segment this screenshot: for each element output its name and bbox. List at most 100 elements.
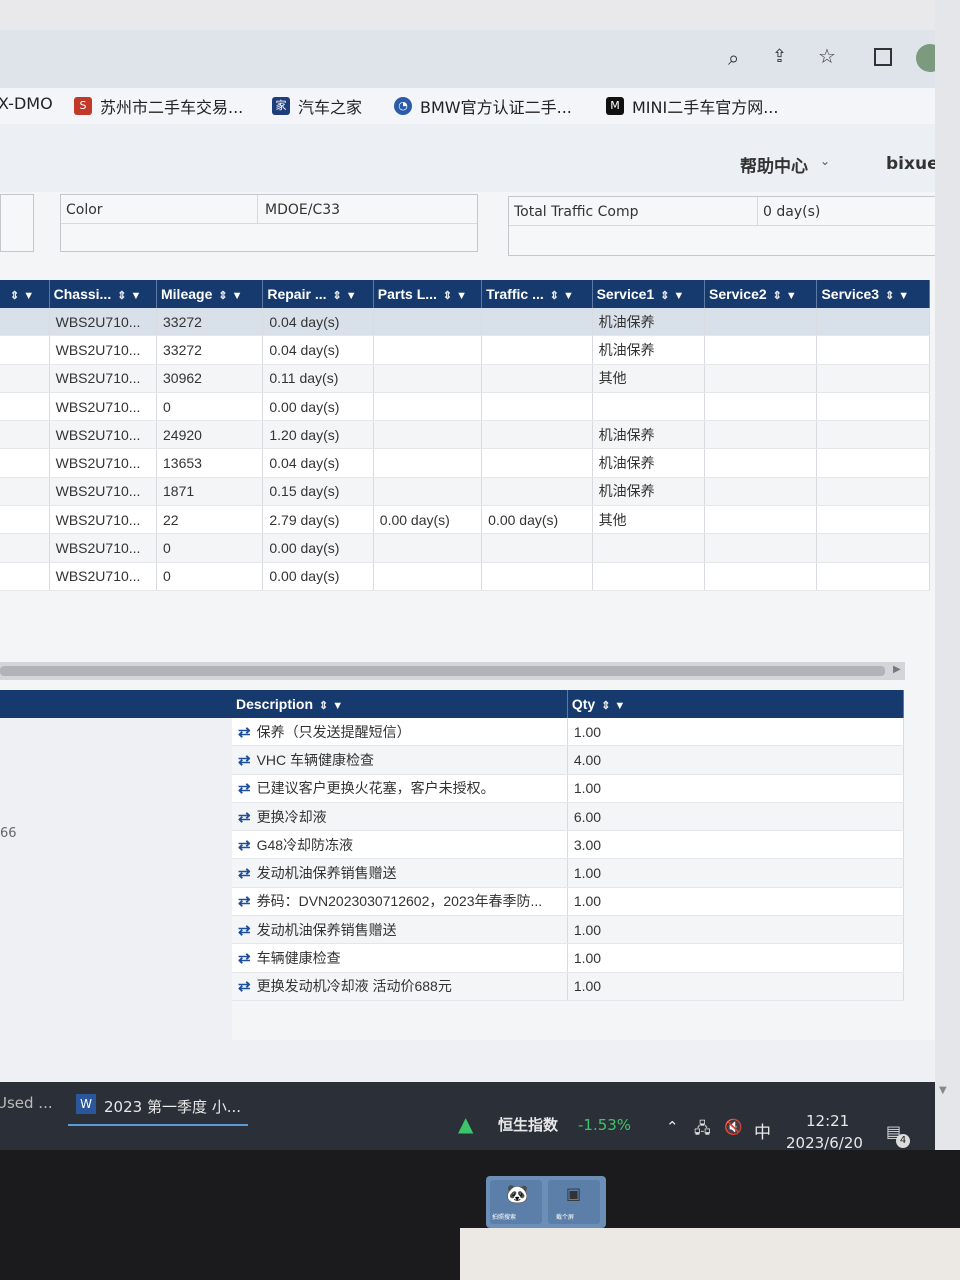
swap-icon[interactable]: ⇄ — [238, 809, 251, 826]
table-row[interactable]: ⇄ G48冷却防冻液 3.00 — [232, 830, 905, 860]
horizontal-scrollbar[interactable]: ▶ — [0, 662, 905, 680]
sort-icon[interactable]: ⇕ — [319, 700, 328, 712]
ime-indicator[interactable]: 中 — [754, 1118, 771, 1143]
filter-icon[interactable]: ▼ — [232, 290, 243, 302]
table-row[interactable]: WBS2U710... 0 0.00 day(s) — [0, 533, 930, 563]
bookmark-mini[interactable]: M MINI二手车官方网... — [606, 94, 778, 118]
table-row[interactable]: WBS2U710... 33272 0.04 day(s) 机油保养 — [0, 308, 930, 337]
clock-date[interactable]: 2023/6/20 — [786, 1134, 863, 1150]
filter-icon[interactable]: ▼ — [563, 290, 574, 302]
filter-icon[interactable]: ▼ — [614, 700, 625, 712]
swap-icon[interactable]: ⇄ — [238, 780, 251, 797]
cell-parts: 0.00 day(s) — [373, 505, 483, 535]
swap-icon[interactable]: ⇄ — [238, 950, 251, 967]
scroll-right-icon[interactable]: ▶ — [893, 664, 901, 675]
table-row[interactable]: ⇄ 更换发动机冷却液 活动价688元 1.00 — [232, 972, 905, 1001]
star-icon[interactable]: ☆ — [818, 44, 836, 68]
clock-time[interactable]: 12:21 — [806, 1112, 849, 1130]
help-center-link[interactable]: 帮助中心 — [740, 152, 808, 177]
cell-chassis: WBS2U710... — [49, 420, 158, 450]
filter-icon[interactable]: ▼ — [332, 700, 343, 712]
table-row[interactable]: ⇄ 车辆健康检查 1.00 — [232, 943, 905, 973]
table-row[interactable]: ⇄ 更换冷却液 6.00 — [232, 802, 905, 832]
row-lead-cell — [0, 448, 50, 478]
sort-icon[interactable]: ⇕ — [550, 290, 559, 302]
cell-service1: 其他 — [592, 364, 706, 393]
filter-icon[interactable]: ▼ — [23, 290, 34, 302]
filter-icon[interactable]: ▼ — [786, 290, 797, 302]
chevron-up-icon[interactable]: ⌃ — [666, 1118, 679, 1136]
cell-mileage: 13653 — [156, 448, 264, 478]
swap-icon[interactable]: ⇄ — [238, 837, 251, 854]
column-header-qty[interactable]: Qty ⇕ ▼ — [567, 690, 905, 718]
stock-name[interactable]: 恒生指数 — [498, 1114, 558, 1135]
filter-icon[interactable]: ▼ — [130, 290, 141, 302]
table-row[interactable]: ⇄ 发动机油保养销售赠送 1.00 — [232, 915, 905, 945]
table-row[interactable]: ⇄ 券码：DVN2023030712602，2023年春季防... 1.00 — [232, 887, 905, 917]
column-header-partial[interactable]: ⇕ ▼ — [0, 280, 50, 308]
grid-header-row: Description ⇕ ▼ Qty ⇕ ▼ — [232, 690, 905, 718]
bookmark-autohome[interactable]: 家汽车之家 — [272, 94, 362, 118]
table-row[interactable]: WBS2U710... 1871 0.15 day(s) 机油保养 — [0, 477, 930, 507]
zoom-icon[interactable]: ⌕ — [728, 46, 739, 70]
network-icon[interactable]: 🖧 — [694, 1118, 711, 1143]
scrollbar-thumb[interactable] — [0, 666, 885, 676]
table-row[interactable]: WBS2U710... 30962 0.11 day(s) 其他 — [0, 364, 930, 393]
column-header-mileage[interactable]: Mileage ⇕ ▼ — [156, 280, 264, 308]
sort-icon[interactable]: ⇕ — [773, 290, 782, 302]
table-row[interactable]: WBS2U710... 0 0.00 day(s) — [0, 562, 930, 591]
profile-avatar[interactable] — [916, 44, 935, 72]
column-header-description[interactable]: Description ⇕ ▼ — [232, 690, 568, 718]
filter-icon[interactable]: ▼ — [898, 290, 909, 302]
sort-icon[interactable]: ⇕ — [10, 290, 19, 302]
description-text: 已建议客户更换火花塞，客户未授权。 — [256, 780, 495, 797]
filter-icon[interactable]: ▼ — [346, 290, 357, 302]
column-header-service3[interactable]: Service3 ⇕ ▼ — [816, 280, 930, 308]
sort-icon[interactable]: ⇕ — [333, 290, 342, 302]
table-row[interactable]: WBS2U710... 22 2.79 day(s) 0.00 day(s) 0.00 … — [0, 505, 930, 535]
screenshot-icon: ▣ — [566, 1184, 582, 1203]
column-header-service1[interactable]: Service1 ⇕ ▼ — [592, 280, 706, 308]
sort-icon[interactable]: ⇕ — [117, 290, 126, 302]
table-row[interactable]: ⇄ VHC 车辆健康检查 4.00 — [232, 745, 905, 775]
column-header-traffic[interactable]: Traffic ... ⇕ ▼ — [481, 280, 593, 308]
sort-icon[interactable]: ⇕ — [218, 290, 227, 302]
swap-icon[interactable]: ⇄ — [238, 978, 251, 995]
filter-icon[interactable]: ▼ — [673, 290, 684, 302]
table-row[interactable]: WBS2U710... 0 0.00 day(s) — [0, 392, 930, 422]
sort-icon[interactable]: ⇕ — [660, 290, 669, 302]
table-row[interactable]: WBS2U710... 33272 0.04 day(s) 机油保养 — [0, 335, 930, 365]
chevron-down-icon[interactable]: ⌄ — [820, 154, 830, 168]
sort-icon[interactable]: ⇕ — [443, 290, 452, 302]
table-row[interactable]: WBS2U710... 13653 0.04 day(s) 机油保养 — [0, 448, 930, 478]
user-name[interactable]: bixue.du — [886, 154, 935, 174]
bookmark-suzhou[interactable]: S 苏州市二手车交易... — [74, 94, 243, 118]
swap-icon[interactable]: ⇄ — [238, 865, 251, 882]
column-header-chassis[interactable]: Chassi... ⇕ ▼ — [49, 280, 158, 308]
sidebar-icon[interactable] — [874, 48, 892, 66]
dock-item-camera-search[interactable]: 🐼 拍照搜索 — [490, 1180, 542, 1224]
taskbar-item-partial[interactable]: Used ... — [0, 1094, 53, 1112]
stock-chart-icon: ▲ — [458, 1112, 474, 1136]
swap-icon[interactable]: ⇄ — [238, 724, 251, 741]
sort-icon[interactable]: ⇕ — [601, 700, 610, 712]
sort-icon[interactable]: ⇕ — [885, 290, 894, 302]
taskbar-word-item[interactable]: W 2023 第一季度 小... — [68, 1088, 248, 1126]
swap-icon[interactable]: ⇄ — [238, 752, 251, 769]
table-row[interactable]: ⇄ 已建议客户更换火花塞，客户未授权。 1.00 — [232, 774, 905, 803]
mute-icon[interactable]: 🔇 — [724, 1118, 743, 1136]
swap-icon[interactable]: ⇄ — [238, 893, 251, 910]
table-row[interactable]: ⇄ 发动机油保养销售赠送 1.00 — [232, 858, 905, 888]
swap-icon[interactable]: ⇄ — [238, 922, 251, 939]
column-header-service2[interactable]: Service2 ⇕ ▼ — [704, 280, 818, 308]
bookmark-bmw[interactable]: ◔ BMW官方认证二手... — [394, 94, 572, 118]
description-text: 保养（只发送提醒短信） — [256, 723, 411, 740]
table-row[interactable]: WBS2U710... 24920 1.20 day(s) 机油保养 — [0, 420, 930, 450]
column-header-parts[interactable]: Parts L... ⇕ ▼ — [373, 280, 483, 308]
dock-item-screenshot[interactable]: ▣ 截个屏 — [548, 1180, 600, 1224]
column-header-repair[interactable]: Repair ... ⇕ ▼ — [262, 280, 374, 308]
filter-icon[interactable]: ▼ — [456, 290, 467, 302]
share-icon[interactable]: ⇪ — [772, 46, 787, 67]
bookmark-xdmo[interactable]: X-DMO — [0, 94, 53, 113]
table-row[interactable]: ⇄ 保养（只发送提醒短信） 1.00 — [232, 718, 905, 747]
